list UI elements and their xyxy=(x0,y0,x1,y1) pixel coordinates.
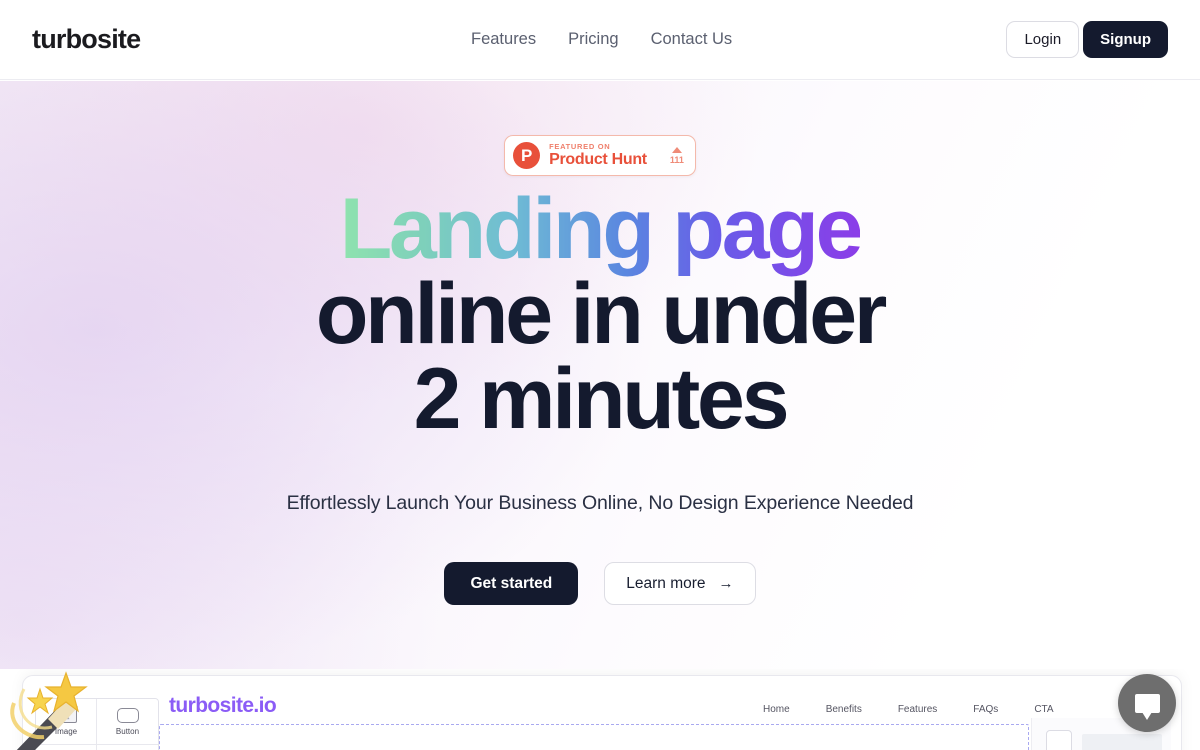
product-hunt-icon: P xyxy=(513,142,541,169)
headline-line-3: 2 minutes xyxy=(413,351,790,448)
nav-link-contact-us[interactable]: Contact Us xyxy=(651,30,733,49)
tool-button-label: Button xyxy=(115,726,140,736)
nav-link-pricing[interactable]: Pricing xyxy=(568,30,618,49)
product-preview-section: △ Image Button turbosite.io Home Benefit… xyxy=(0,669,1200,750)
editor-canvas[interactable] xyxy=(159,724,1029,750)
preview-nav-home[interactable]: Home xyxy=(763,704,790,715)
upvote-triangle-icon xyxy=(671,146,682,153)
brand-logo[interactable]: turbosite xyxy=(32,24,141,55)
product-hunt-badge[interactable]: P FEATURED ON Product Hunt 111 xyxy=(504,135,696,176)
tool-image-label: Image xyxy=(54,726,78,736)
headline-line-1: Landing page xyxy=(339,181,864,277)
nav-link-features[interactable]: Features xyxy=(471,30,536,49)
product-hunt-featured-label: FEATURED ON xyxy=(549,141,611,151)
auth-buttons: Login Signup xyxy=(1006,21,1168,58)
login-button[interactable]: Login xyxy=(1006,21,1080,58)
panel-thumbnail xyxy=(1046,730,1072,750)
panel-field xyxy=(1082,734,1162,750)
product-hunt-badge-container: P FEATURED ON Product Hunt 111 xyxy=(0,135,1200,176)
main-navigation: Features Pricing Contact Us xyxy=(471,30,732,49)
tool-image[interactable]: △ Image xyxy=(36,699,97,745)
preview-nav-benefits[interactable]: Benefits xyxy=(826,704,862,715)
preview-site-brand: turbosite.io xyxy=(169,694,277,717)
site-header: turbosite Features Pricing Contact Us Lo… xyxy=(0,0,1200,80)
preview-nav-cta[interactable]: CTA xyxy=(1034,704,1053,715)
tool-extra-2[interactable] xyxy=(97,745,158,750)
preview-nav-faqs[interactable]: FAQs xyxy=(973,704,998,715)
upvote-count: 111 xyxy=(669,154,684,165)
image-icon: △ xyxy=(55,707,77,723)
chat-bubble-icon xyxy=(1134,693,1160,720)
headline-line-2: online in under xyxy=(315,266,888,363)
product-hunt-name: Product Hunt xyxy=(549,151,647,169)
tool-extra-1[interactable] xyxy=(36,745,97,750)
editor-tool-palette[interactable]: △ Image Button xyxy=(35,698,159,750)
landing-page: turbosite Features Pricing Contact Us Lo… xyxy=(0,0,1200,750)
get-started-button[interactable]: Get started xyxy=(444,562,579,605)
hero-cta-row: Get started Learn more → xyxy=(0,562,1200,605)
preview-nav-features[interactable]: Features xyxy=(898,704,937,715)
tool-button[interactable]: Button xyxy=(97,699,158,745)
page-title: Landing page online in under 2 minutes xyxy=(0,186,1200,442)
preview-site-nav: Home Benefits Features FAQs CTA xyxy=(763,704,1054,715)
product-hunt-upvotes: 111 xyxy=(669,146,684,165)
chat-widget-button[interactable] xyxy=(1118,674,1176,732)
button-icon xyxy=(116,707,139,723)
arrow-right-icon: → xyxy=(718,575,734,592)
learn-more-label: Learn more xyxy=(626,574,706,592)
hero-subheadline: Effortlessly Launch Your Business Online… xyxy=(286,492,914,514)
editor-preview-window[interactable]: △ Image Button turbosite.io Home Benefit… xyxy=(22,675,1182,750)
product-hunt-text: FEATURED ON Product Hunt xyxy=(549,143,647,169)
hero-section: P FEATURED ON Product Hunt 111 Landing p… xyxy=(0,81,1200,669)
signup-button[interactable]: Signup xyxy=(1083,21,1168,58)
learn-more-button[interactable]: Learn more → xyxy=(604,562,756,605)
